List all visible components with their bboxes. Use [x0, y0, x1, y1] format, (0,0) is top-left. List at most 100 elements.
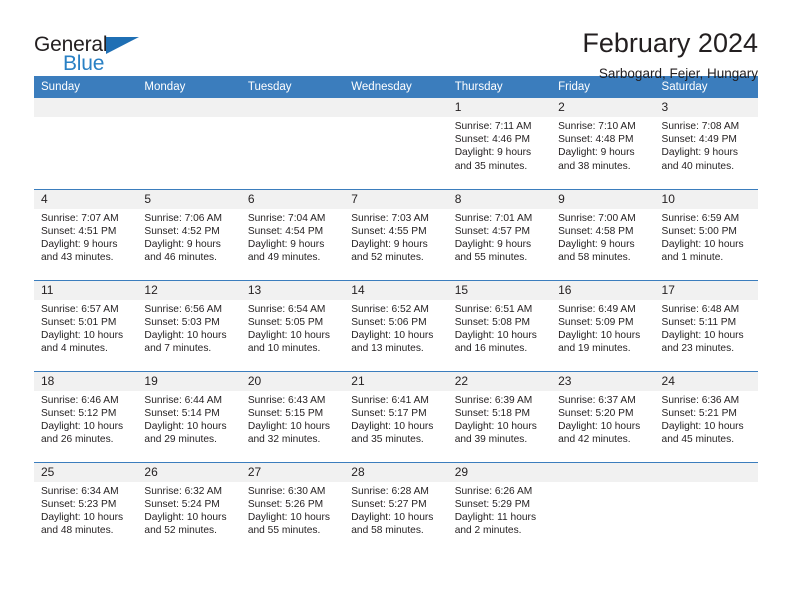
calendar-day-cell[interactable]: 24 Sunrise: 6:36 AM Sunset: 5:21 PM Dayligh… [654, 370, 758, 462]
page-subtitle: Sarbogard, Fejer, Hungary [598, 66, 758, 82]
day-number: 2 [551, 98, 655, 117]
calendar-day-cell[interactable]: 6 Sunrise: 7:04 AM Sunset: 4:54 PM Daylight… [240, 188, 345, 280]
sunrise-text: Sunrise: 6:49 AM [558, 303, 636, 315]
sunrise-text: Sunrise: 6:54 AM [247, 303, 326, 315]
calendar-day-cell[interactable]: 15 Sunrise: 6:51 AM Sunset: 5:08 PM Dayligh… [447, 279, 552, 371]
calendar-day-cell[interactable]: 5 Sunrise: 7:06 AM Sunset: 4:52 PM Daylight… [137, 188, 241, 280]
calendar-table: Sunday Monday Tuesday Wednesday Thursday… [34, 76, 758, 553]
daylight-text-line1: Daylight: 10 hours [661, 420, 744, 432]
day-details: Sunrise: 7:06 AM Sunset: 4:52 PM Daylight:… [137, 209, 240, 265]
day-details: Sunrise: 6:51 AM Sunset: 5:08 PM Daylight:… [448, 300, 551, 356]
day-cell-inner: 15 Sunrise: 6:51 AM Sunset: 5:08 PM Dayligh… [447, 280, 552, 371]
calendar-day-cell[interactable]: 23 Sunrise: 6:37 AM Sunset: 5:20 PM Dayligh… [551, 370, 655, 462]
day-cell-inner: 18 Sunrise: 6:46 AM Sunset: 5:12 PM Dayligh… [34, 371, 138, 462]
calendar-day-cell[interactable]: 3 Sunrise: 7:08 AM Sunset: 4:49 PM Daylight… [654, 98, 758, 189]
day-cell-inner [34, 98, 138, 189]
daylight-text-line2: and 19 minutes. [558, 343, 631, 355]
calendar-day-cell[interactable]: 1 Sunrise: 7:11 AM Sunset: 4:46 PM Daylight… [447, 98, 552, 189]
day-number: 8 [447, 189, 552, 209]
calendar-day-cell[interactable]: 11 Sunrise: 6:57 AM Sunset: 5:01 PM Dayligh… [34, 279, 138, 371]
calendar-day-cell[interactable]: 29 Sunrise: 6:26 AM Sunset: 5:29 PM Dayligh… [447, 461, 552, 553]
calendar-day-cell[interactable]: 20 Sunrise: 6:43 AM Sunset: 5:15 PM Dayligh… [240, 370, 345, 462]
daylight-text-line2: and 39 minutes. [454, 434, 528, 446]
daylight-text-line2: and 45 minutes. [661, 434, 735, 446]
day-details: Sunrise: 6:52 AM Sunset: 5:06 PM Daylight:… [344, 300, 447, 356]
calendar-day-cell[interactable]: 7 Sunrise: 7:03 AM Sunset: 4:55 PM Daylight… [344, 188, 448, 280]
daylight-text-line2: and 1 minute. [661, 252, 724, 264]
calendar-day-cell[interactable]: 16 Sunrise: 6:49 AM Sunset: 5:09 PM Dayligh… [551, 279, 655, 371]
daylight-text-line2: and 13 minutes. [351, 343, 424, 355]
day-number: 1 [447, 98, 552, 117]
calendar-page: General Blue February 2024 Sarbogard, Fe… [0, 0, 792, 612]
sunrise-text: Sunrise: 6:51 AM [454, 303, 533, 315]
calendar-day-cell[interactable]: 17 Sunrise: 6:48 AM Sunset: 5:11 PM Dayligh… [654, 279, 758, 371]
daylight-text-line1: Daylight: 10 hours [247, 329, 330, 341]
daylight-text-line2: and 52 minutes. [144, 525, 217, 537]
sunset-text: Sunset: 4:57 PM [454, 225, 531, 237]
sunset-text: Sunset: 5:24 PM [144, 498, 220, 510]
sunrise-text: Sunrise: 6:30 AM [247, 485, 326, 497]
daylight-text-line1: Daylight: 9 hours [558, 238, 635, 250]
sunset-text: Sunset: 5:27 PM [351, 498, 427, 510]
sunset-text: Sunset: 5:21 PM [661, 407, 737, 419]
calendar-day-cell[interactable]: 26 Sunrise: 6:32 AM Sunset: 5:24 PM Dayligh… [137, 461, 241, 553]
calendar-day-cell[interactable]: 8 Sunrise: 7:01 AM Sunset: 4:57 PM Daylight… [447, 188, 552, 280]
daylight-text-line1: Daylight: 10 hours [247, 511, 330, 523]
day-number: 11 [34, 280, 138, 300]
daylight-text-line2: and 55 minutes. [247, 525, 321, 537]
sunrise-text: Sunrise: 6:26 AM [454, 485, 533, 497]
sunrise-text: Sunrise: 7:03 AM [351, 212, 429, 224]
day-cell-inner: 6 Sunrise: 7:04 AM Sunset: 4:54 PM Daylight… [240, 189, 345, 280]
sunrise-text: Sunrise: 6:57 AM [41, 303, 119, 315]
day-number: 22 [447, 371, 552, 391]
sunrise-text: Sunrise: 7:01 AM [454, 212, 533, 224]
day-details: Sunrise: 6:32 AM Sunset: 5:24 PM Daylight:… [137, 482, 240, 538]
general-blue-logo[interactable]: General Blue [34, 28, 159, 76]
daylight-text-line1: Daylight: 10 hours [41, 329, 124, 341]
day-details: Sunrise: 7:10 AM Sunset: 4:48 PM Daylight:… [551, 117, 654, 173]
daylight-text-line1: Daylight: 10 hours [144, 420, 227, 432]
calendar-day-cell[interactable]: 18 Sunrise: 6:46 AM Sunset: 5:12 PM Dayligh… [34, 370, 138, 462]
day-number [344, 98, 448, 117]
day-details: Sunrise: 6:39 AM Sunset: 5:18 PM Daylight:… [448, 391, 551, 447]
sunrise-text: Sunrise: 6:41 AM [351, 394, 429, 406]
sunset-text: Sunset: 5:18 PM [454, 407, 531, 419]
day-cell-inner: 17 Sunrise: 6:48 AM Sunset: 5:11 PM Dayligh… [654, 280, 758, 371]
day-details: Sunrise: 6:46 AM Sunset: 5:12 PM Daylight:… [34, 391, 137, 447]
day-number: 15 [447, 280, 552, 300]
calendar-day-cell[interactable]: 14 Sunrise: 6:52 AM Sunset: 5:06 PM Dayligh… [344, 279, 448, 371]
sunrise-text: Sunrise: 7:11 AM [454, 121, 532, 132]
calendar-day-cell[interactable]: 21 Sunrise: 6:41 AM Sunset: 5:17 PM Dayligh… [344, 370, 448, 462]
calendar-day-cell[interactable]: 9 Sunrise: 7:00 AM Sunset: 4:58 PM Daylight… [551, 188, 655, 280]
calendar-day-cell[interactable]: 27 Sunrise: 6:30 AM Sunset: 5:26 PM Dayligh… [240, 461, 345, 553]
calendar-day-cell[interactable]: 19 Sunrise: 6:44 AM Sunset: 5:14 PM Dayligh… [137, 370, 241, 462]
calendar-day-cell[interactable]: 28 Sunrise: 6:28 AM Sunset: 5:27 PM Dayligh… [344, 461, 448, 553]
day-cell-inner: 10 Sunrise: 6:59 AM Sunset: 5:00 PM Dayligh… [654, 189, 758, 280]
calendar-week-row: 1 Sunrise: 7:11 AM Sunset: 4:46 PM Daylight… [34, 98, 758, 189]
sunrise-text: Sunrise: 6:52 AM [351, 303, 429, 315]
daylight-text-line2: and 49 minutes. [247, 252, 321, 264]
daylight-text-line1: Daylight: 10 hours [558, 420, 641, 432]
daylight-text-line2: and 46 minutes. [144, 252, 217, 264]
calendar-day-cell[interactable]: 22 Sunrise: 6:39 AM Sunset: 5:18 PM Dayligh… [447, 370, 552, 462]
day-number: 6 [240, 189, 345, 209]
weekday-header-thursday: Thursday [447, 76, 552, 98]
day-details: Sunrise: 6:44 AM Sunset: 5:14 PM Daylight:… [137, 391, 240, 447]
calendar-day-cell[interactable]: 2 Sunrise: 7:10 AM Sunset: 4:48 PM Daylight… [551, 98, 655, 189]
calendar-day-cell[interactable]: 12 Sunrise: 6:56 AM Sunset: 5:03 PM Dayligh… [137, 279, 241, 371]
day-number: 10 [654, 189, 758, 209]
calendar-day-cell[interactable]: 10 Sunrise: 6:59 AM Sunset: 5:00 PM Dayligh… [654, 188, 758, 280]
daylight-text-line1: Daylight: 10 hours [144, 329, 227, 341]
sunset-text: Sunset: 4:51 PM [41, 225, 117, 237]
calendar-day-cell[interactable]: 4 Sunrise: 7:07 AM Sunset: 4:51 PM Daylight… [34, 188, 138, 280]
calendar-day-cell[interactable]: 25 Sunrise: 6:34 AM Sunset: 5:23 PM Dayligh… [34, 461, 138, 553]
sunset-text: Sunset: 5:17 PM [351, 407, 427, 419]
day-details: Sunrise: 6:57 AM Sunset: 5:01 PM Daylight:… [34, 300, 137, 356]
calendar-day-cell[interactable]: 13 Sunrise: 6:54 AM Sunset: 5:05 PM Dayligh… [240, 279, 345, 371]
daylight-text-line2: and 7 minutes. [144, 343, 212, 355]
day-number: 14 [344, 280, 448, 300]
day-number: 12 [137, 280, 241, 300]
daylight-text-line2: and 32 minutes. [247, 434, 321, 446]
sunrise-text: Sunrise: 7:04 AM [247, 212, 326, 224]
sunrise-text: Sunrise: 7:07 AM [41, 212, 119, 224]
